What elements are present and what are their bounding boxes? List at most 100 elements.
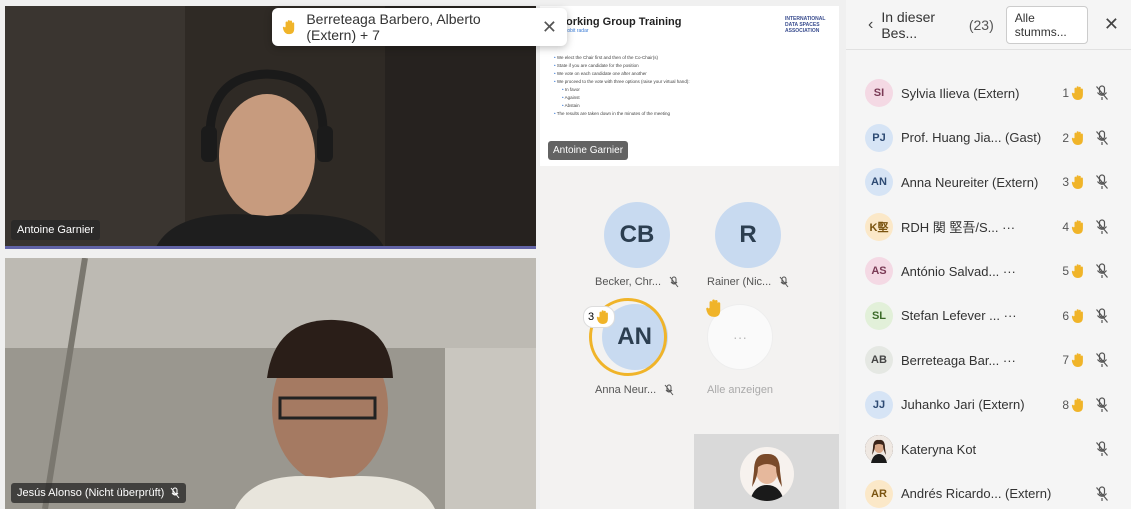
shared-content[interactable]: orking Group Training tobit radar INTERN… — [540, 6, 839, 166]
mic-off-icon[interactable] — [1095, 485, 1109, 502]
participant-row[interactable]: AN Anna Neureiter (Extern) 3 — [846, 162, 1131, 202]
avatar: AS — [865, 257, 893, 285]
participant-name: António Salvad... ··· — [901, 263, 1016, 279]
raised-hand-order: 6 — [1062, 308, 1085, 324]
mic-off-icon[interactable] — [1095, 352, 1109, 368]
avatar: JJ — [865, 390, 893, 419]
participant-row[interactable]: AS António Salvad... ··· 5 — [846, 251, 1131, 291]
mic-off-icon[interactable] — [1095, 441, 1109, 457]
teams-meeting-window: Antoine Garnier Jesús Alonso (Nicht über… — [0, 0, 1131, 509]
participant-row[interactable]: SL Stefan Lefever ... ··· 6 — [846, 296, 1131, 336]
participant-name: Prof. Huang Jia... (Gast) — [901, 130, 1042, 145]
self-video — [750, 453, 784, 501]
raised-hand-icon — [1071, 130, 1083, 145]
hand-number: 8 — [1062, 397, 1069, 412]
participant-row[interactable]: SI Sylvia Ilieva (Extern) 1 — [846, 73, 1131, 113]
avatar: R — [715, 202, 782, 268]
notification-text: Berreteaga Barbero, Alberto (Extern) + 7 — [306, 11, 481, 43]
mic-off-icon — [170, 487, 180, 499]
raised-hand-order: 2 — [1062, 130, 1085, 146]
panel-header: ‹ In dieser Bes... (23) Alle stumms... ✕ — [846, 0, 1131, 50]
participant-tile-r[interactable]: R Rainer (Nic... — [707, 202, 789, 288]
mic-off-icon[interactable] — [1095, 218, 1109, 235]
avatar: CB — [604, 202, 671, 268]
raised-hand-icon — [1071, 397, 1083, 412]
raised-hand-order: 3 — [1062, 174, 1085, 190]
participant-name: Juhanko Jari (Extern) — [901, 397, 1025, 412]
presenter-label: Antoine Garnier — [548, 141, 629, 160]
avatar: K堅 — [865, 212, 893, 241]
participant-tile-cb[interactable]: CB Becker, Chr... — [595, 202, 679, 288]
raised-hands-notification[interactable]: Berreteaga Barbero, Alberto (Extern) + 7… — [272, 8, 567, 46]
list-item: We elect the Chair first and then of the… — [554, 54, 690, 62]
mute-all-button[interactable]: Alle stumms... — [1005, 5, 1088, 44]
mic-off-icon[interactable] — [1095, 85, 1109, 101]
hand-number: 2 — [1062, 130, 1069, 145]
raised-hand-icon — [1071, 308, 1083, 323]
participant-name: Rainer (Nic... — [707, 276, 789, 288]
video-tile-jesus[interactable]: Jesús Alonso (Nicht überprüft) — [5, 258, 536, 509]
raised-hand-icon — [1071, 86, 1083, 100]
avatar: SL — [865, 301, 893, 330]
raised-hand-icon — [1071, 264, 1083, 278]
avatar — [740, 447, 794, 501]
participant-row[interactable]: JJ Juhanko Jari (Extern) 8 — [846, 385, 1131, 425]
mic-off-icon — [779, 276, 789, 288]
participants-panel: ‹ In dieser Bes... (23) Alle stumms... ✕… — [846, 0, 1131, 509]
panel-title: In dieser Bes... — [881, 8, 936, 41]
participant-row[interactable]: PJ Prof. Huang Jia... (Gast) 2 — [846, 118, 1131, 158]
participant-row[interactable]: K堅 RDH 関 堅吾/S... ··· 4 — [846, 207, 1131, 247]
mic-off-icon[interactable] — [1095, 129, 1109, 146]
participant-count: (23) — [968, 16, 994, 33]
avatar: AR — [865, 479, 893, 508]
avatar: SI — [865, 79, 893, 107]
close-icon[interactable]: ✕ — [542, 17, 557, 38]
participant-row[interactable]: AB Berreteaga Bar... ··· 7 — [846, 340, 1131, 380]
raised-hand-icon — [282, 20, 295, 35]
mic-off-icon[interactable] — [1095, 396, 1109, 413]
participant-row[interactable]: Kateryna Kot — [846, 429, 1131, 469]
close-icon[interactable]: ✕ — [1104, 14, 1119, 35]
mic-off-icon[interactable] — [1095, 307, 1109, 324]
list-item: We vote on each candidate one after anot… — [554, 70, 690, 78]
raised-hand-icon — [596, 310, 609, 324]
raised-hand-badge: 3 — [583, 306, 616, 328]
mic-off-icon[interactable] — [1095, 174, 1109, 190]
raised-hand-icon — [1071, 219, 1083, 234]
raised-hand-icon — [706, 299, 721, 317]
avatar: PJ — [865, 123, 893, 152]
mic-off-icon — [664, 384, 674, 396]
participant-name: Berreteaga Bar... ··· — [901, 352, 1016, 368]
slide-bullets: We elect the Chair first and then of the… — [554, 54, 690, 118]
slide-title: orking Group Training — [566, 16, 682, 28]
mic-off-icon — [669, 276, 679, 288]
hand-number: 7 — [1062, 353, 1069, 367]
participant-tile-an[interactable]: AN 3 Anna Neur... — [583, 298, 674, 396]
list-item: State if you are candidate for the posit… — [554, 62, 690, 70]
self-view[interactable] — [694, 434, 839, 509]
raised-hand-order: 5 — [1062, 263, 1085, 279]
logo: INTERNATIONAL DATA SPACES ASSOCIATION — [785, 16, 826, 34]
raised-hand-order: 4 — [1062, 219, 1085, 235]
participant-name: Sylvia Ilieva (Extern) — [901, 85, 1020, 101]
video-feed — [5, 258, 536, 509]
hand-number: 4 — [1062, 219, 1069, 234]
avatar — [865, 435, 893, 463]
list-item: Abstain — [554, 102, 690, 110]
participant-row[interactable]: AR Andrés Ricardo... (Extern) — [846, 474, 1131, 509]
participant-label: Antoine Garnier — [11, 220, 101, 240]
list-item: The results are taken down in the minute… — [554, 110, 690, 118]
photo-avatar — [865, 435, 893, 463]
participant-name: Stefan Lefever ... ··· — [901, 308, 1017, 323]
show-all-tile[interactable]: ··· Alle anzeigen — [706, 299, 774, 396]
participant-name: Kateryna Kot — [901, 441, 977, 457]
hand-number: 3 — [1062, 175, 1069, 189]
avatar: AB — [865, 346, 893, 374]
mic-off-icon[interactable] — [1095, 263, 1109, 279]
list-item: In favor — [554, 86, 690, 94]
participant-name: Anna Neureiter (Extern) — [901, 174, 1039, 190]
participant-name: Andrés Ricardo... (Extern) — [901, 486, 1052, 501]
participant-label: Jesús Alonso (Nicht überprüft) — [11, 483, 187, 503]
show-all-label: Alle anzeigen — [707, 384, 774, 396]
back-icon[interactable]: ‹ — [868, 16, 873, 34]
